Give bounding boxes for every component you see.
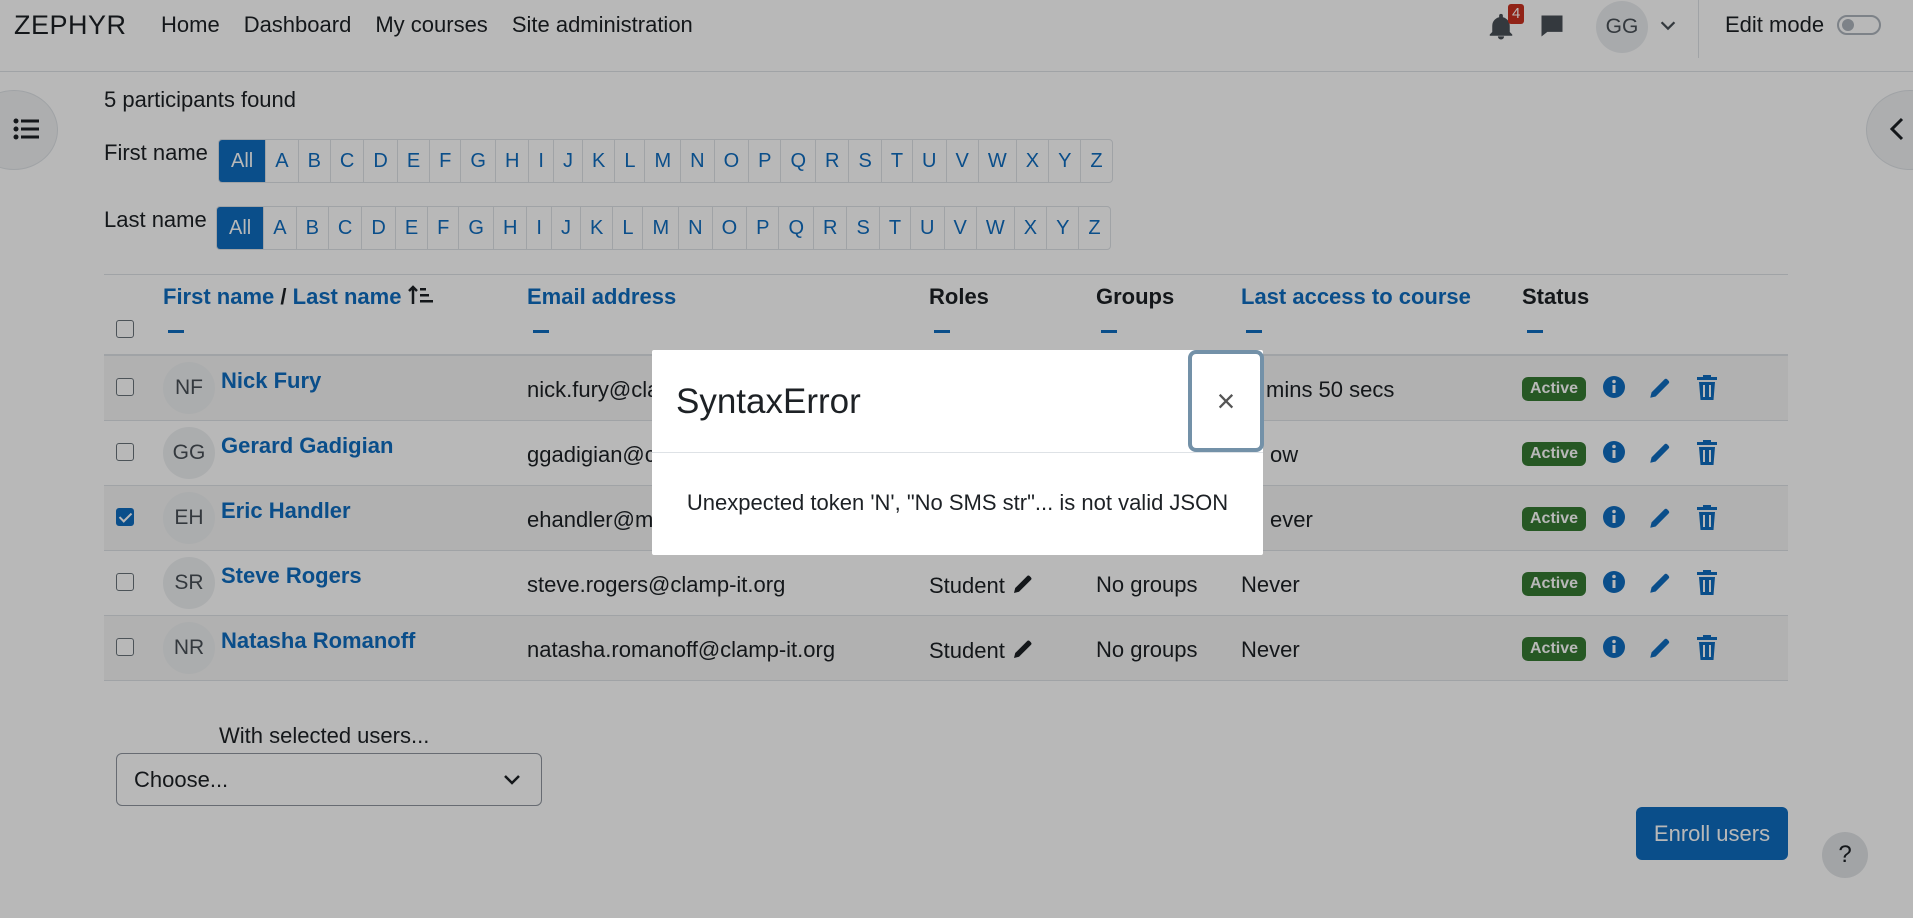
dialog-title: SyntaxError <box>676 382 861 421</box>
close-icon[interactable]: × <box>1188 350 1264 452</box>
error-dialog: SyntaxError × Unexpected token 'N', "No … <box>652 350 1264 555</box>
dialog-message: Unexpected token 'N', "No SMS str"... is… <box>686 490 1229 515</box>
dialog-header: SyntaxError <box>652 350 1263 453</box>
